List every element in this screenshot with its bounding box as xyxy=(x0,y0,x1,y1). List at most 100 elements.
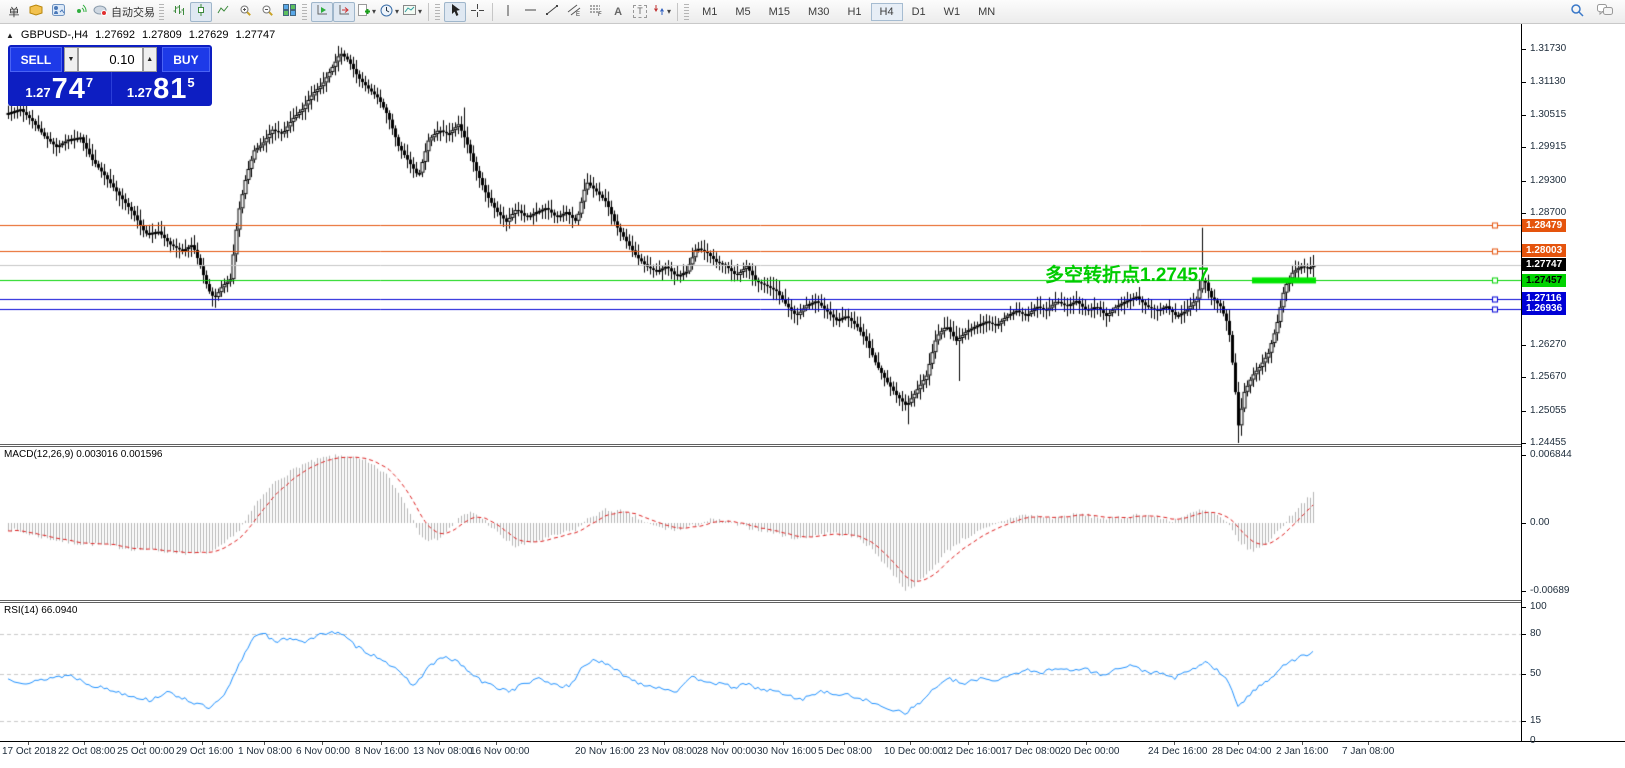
axis-tick xyxy=(1522,443,1526,444)
toolbar-grip xyxy=(684,4,689,20)
timeframe-button-H4[interactable]: H4 xyxy=(871,3,903,21)
date-tick xyxy=(202,742,203,745)
community-button[interactable] xyxy=(1594,2,1616,22)
crosshair-button[interactable] xyxy=(466,2,488,22)
volume-up-button[interactable]: ▲ xyxy=(143,47,157,72)
autotrading-label: 自动交易 xyxy=(111,4,155,20)
candlestick-chart-icon xyxy=(195,4,207,19)
date-label: 28 Nov 00:00 xyxy=(697,746,757,757)
indicators-button[interactable]: ▾ xyxy=(355,2,378,22)
price-level-tag[interactable]: 1.28479 xyxy=(1522,219,1566,232)
date-label: 25 Oct 00:00 xyxy=(117,746,174,757)
vertical-line-button[interactable] xyxy=(497,2,519,22)
profile-button[interactable] xyxy=(47,2,69,22)
date-label: 10 Dec 00:00 xyxy=(884,746,944,757)
zoom-out-button[interactable] xyxy=(256,2,278,22)
new-order-button[interactable] xyxy=(25,2,47,22)
toolbar-right-group xyxy=(1566,2,1622,22)
buy-price[interactable]: 1.27 81 5 xyxy=(111,72,211,104)
buy-button[interactable]: BUY xyxy=(162,47,210,72)
date-label: 8 Nov 16:00 xyxy=(355,746,409,757)
time-axis-line xyxy=(0,741,1625,742)
cursor-button[interactable] xyxy=(444,2,466,22)
price-level-tag[interactable]: 1.28003 xyxy=(1522,244,1566,257)
sell-price-pips: 74 xyxy=(52,75,86,104)
horizontal-line-icon xyxy=(524,4,537,19)
date-tick xyxy=(496,742,497,745)
crosshair-icon xyxy=(471,4,484,20)
search-button[interactable] xyxy=(1566,2,1588,22)
rsi-axis-label: 100 xyxy=(1530,601,1547,612)
date-label: 17 Oct 2018 xyxy=(2,746,56,757)
templates-icon xyxy=(403,4,416,19)
chevron-down-icon: ▾ xyxy=(667,7,671,16)
cursor-icon xyxy=(449,4,461,20)
macd-axis-label: 0.006844 xyxy=(1530,449,1572,460)
macd-axis-label: 0.00 xyxy=(1530,517,1549,528)
signals-button[interactable] xyxy=(69,2,91,22)
timeframe-button-M30[interactable]: M30 xyxy=(799,3,838,21)
auto-scroll-button[interactable] xyxy=(311,2,333,22)
tile-windows-button[interactable] xyxy=(278,2,300,22)
text-label-button[interactable]: T xyxy=(629,2,651,22)
date-label: 29 Oct 16:00 xyxy=(176,746,233,757)
date-label: 22 Oct 08:00 xyxy=(58,746,115,757)
date-tick xyxy=(264,742,265,745)
timeframe-button-M15[interactable]: M15 xyxy=(760,3,799,21)
horizontal-line-button[interactable] xyxy=(519,2,541,22)
fibonacci-button[interactable]: F xyxy=(585,2,607,22)
fibonacci-icon: F xyxy=(589,4,603,20)
collapse-icon[interactable]: ▲ xyxy=(6,31,14,40)
line-chart-button[interactable] xyxy=(212,2,234,22)
timeframe-button-H1[interactable]: H1 xyxy=(838,3,870,21)
rsi-canvas[interactable] xyxy=(0,603,1521,741)
volume-input[interactable]: 0.10 xyxy=(78,47,143,72)
bar-chart-button[interactable] xyxy=(168,2,190,22)
axis-tick xyxy=(1522,721,1526,722)
autotrading-button[interactable]: 自动交易 xyxy=(91,2,157,22)
equidistant-channel-button[interactable]: E xyxy=(563,2,585,22)
zoom-in-button[interactable] xyxy=(234,2,256,22)
sell-price[interactable]: 1.27 74 7 xyxy=(10,72,109,104)
periods-button[interactable]: ▾ xyxy=(378,2,401,22)
main-chart-canvas[interactable] xyxy=(0,24,1521,444)
date-label: 2 Jan 16:00 xyxy=(1276,746,1328,757)
templates-button[interactable]: ▾ xyxy=(401,2,424,22)
chart-shift-button[interactable] xyxy=(333,2,355,22)
price-axis-label: 1.28700 xyxy=(1530,207,1566,218)
date-tick xyxy=(1302,742,1303,745)
timeframe-button-M5[interactable]: M5 xyxy=(726,3,759,21)
chevron-down-icon: ▾ xyxy=(372,7,376,16)
sell-price-point: 7 xyxy=(86,75,93,90)
channel-letter: E xyxy=(576,12,580,17)
price-axis-column[interactable]: 1.317301.311301.305151.299151.293001.287… xyxy=(1521,24,1625,741)
arrows-button[interactable]: ▾ xyxy=(651,2,673,22)
text-button[interactable]: A xyxy=(607,2,629,22)
one-click-trading-panel: SELL ▼ 0.10 ▲ BUY 1.27 74 7 1.27 81 5 xyxy=(8,45,212,106)
timeframe-button-MN[interactable]: MN xyxy=(969,3,1004,21)
timeframe-button-M1[interactable]: M1 xyxy=(693,3,726,21)
date-tick xyxy=(143,742,144,745)
toolbar-grip xyxy=(159,4,164,20)
volume-down-button[interactable]: ▼ xyxy=(64,47,78,72)
price-level-tag[interactable]: 1.27457 xyxy=(1522,274,1566,287)
line-chart-icon xyxy=(217,4,229,19)
pivot-annotation[interactable]: 多空转折点1.27457 xyxy=(1045,260,1209,287)
date-label: 6 Nov 00:00 xyxy=(296,746,350,757)
trendline-button[interactable] xyxy=(541,2,563,22)
date-tick xyxy=(28,742,29,745)
timeframe-button-D1[interactable]: D1 xyxy=(903,3,935,21)
price-level-tag[interactable]: 1.27747 xyxy=(1522,258,1566,271)
timeframe-button-W1[interactable]: W1 xyxy=(935,3,970,21)
sell-button[interactable]: SELL xyxy=(10,47,62,72)
signals-icon xyxy=(74,4,87,19)
macd-canvas[interactable] xyxy=(0,447,1521,600)
community-icon xyxy=(1597,4,1614,20)
arrows-icon xyxy=(653,4,665,19)
date-label: 20 Nov 16:00 xyxy=(575,746,635,757)
axis-tick xyxy=(1522,213,1526,214)
date-tick xyxy=(1174,742,1175,745)
toolbar-partial-glyph[interactable]: 单 xyxy=(3,2,25,22)
candlestick-chart-button[interactable] xyxy=(190,2,212,22)
price-level-tag[interactable]: 1.26936 xyxy=(1522,302,1566,315)
